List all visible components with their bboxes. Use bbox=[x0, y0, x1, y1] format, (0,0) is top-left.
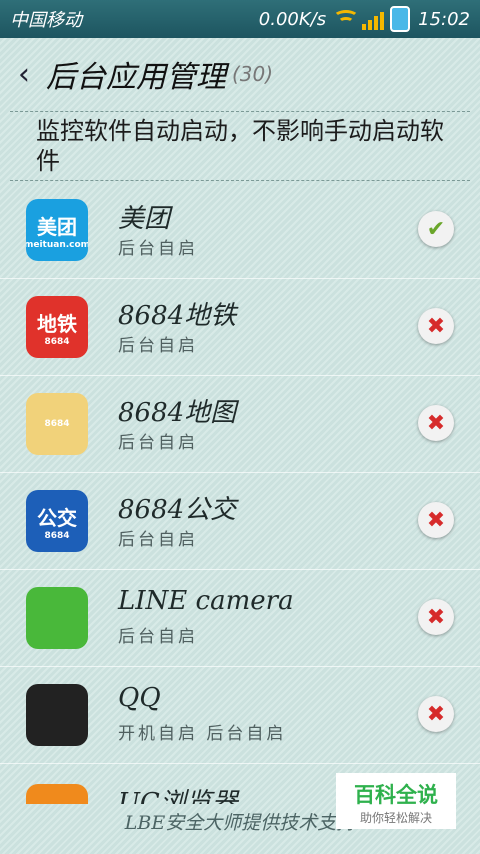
8684-map-icon: 8684 bbox=[26, 393, 88, 455]
list-item[interactable]: QQ 开机自启 后台自启 ✖ bbox=[0, 667, 480, 764]
list-item[interactable]: 地铁 8684 8684地铁 后台自启 ✖ bbox=[0, 279, 480, 376]
icon-subtext: 8684 bbox=[44, 419, 70, 429]
signal-icon bbox=[362, 8, 386, 30]
watermark-title: 百科全说 bbox=[354, 783, 438, 807]
icon-subtext: 8684 bbox=[44, 336, 70, 347]
list-item[interactable]: 公交 8684 8684公交 后台自启 ✖ bbox=[0, 473, 480, 570]
icon-text: 美团 bbox=[37, 214, 77, 239]
description-text: 监控软件自动启动，不影响手动启动软件 bbox=[36, 117, 444, 175]
app-count: (30) bbox=[232, 62, 274, 86]
title-bar: ‹ 后台应用管理 (30) bbox=[0, 38, 480, 110]
app-autostart-status: 后台自启 bbox=[118, 239, 198, 259]
app-autostart-status: 后台自启 bbox=[118, 530, 198, 550]
watermark-badge: 百科全说 助你轻松解决 bbox=[336, 773, 456, 829]
close-icon[interactable]: ✖ bbox=[418, 308, 454, 344]
icon-subtext: 8684 bbox=[44, 530, 70, 541]
app-autostart-status: 开机自启 后台自启 bbox=[118, 724, 287, 744]
line-camera-icon bbox=[26, 587, 88, 649]
list-item[interactable]: 美团 meituan.com 美团 后台自启 ✔ bbox=[0, 182, 480, 279]
icon-text: 公交 bbox=[37, 505, 77, 530]
list-item[interactable]: 8684 8684地图后台自启 ✖ bbox=[0, 376, 480, 473]
icon-text: 地铁 bbox=[37, 311, 77, 336]
app-autostart-status: 后台自启 bbox=[118, 627, 198, 647]
app-list: 美团 meituan.com 美团 后台自启 ✔ 地铁 8684 8684地铁 后台自启 ✖ 868… bbox=[0, 182, 480, 764]
app-name: 8684地铁 bbox=[118, 301, 237, 331]
check-icon[interactable]: ✔ bbox=[418, 211, 454, 247]
8684-subway-icon: 地铁 8684 bbox=[26, 296, 88, 358]
app-name: 8684地图 bbox=[118, 398, 237, 428]
status-bar: 中国移动 0.00K/s 15:02 bbox=[0, 0, 480, 38]
close-icon[interactable]: ✖ bbox=[418, 696, 454, 732]
network-speed: 0.00K/s bbox=[258, 8, 327, 30]
divider bbox=[10, 111, 470, 112]
watermark-subtitle: 助你轻松解决 bbox=[359, 811, 432, 825]
battery-icon bbox=[390, 6, 411, 32]
carrier-label: 中国移动 bbox=[10, 10, 82, 31]
icon-subtext: meituan.com bbox=[26, 239, 88, 250]
close-icon[interactable]: ✖ bbox=[418, 405, 454, 441]
close-icon[interactable]: ✖ bbox=[418, 502, 454, 538]
app-name: QQ bbox=[118, 683, 161, 713]
back-arrow-icon[interactable]: ‹ bbox=[18, 57, 46, 92]
app-autostart-status: 后台自启 bbox=[118, 336, 198, 356]
wifi-icon bbox=[334, 8, 358, 30]
clock: 15:02 bbox=[418, 8, 470, 30]
8684-bus-icon: 公交 8684 bbox=[26, 490, 88, 552]
app-name: 8684公交 bbox=[118, 495, 237, 525]
app-name: 美团 bbox=[118, 204, 171, 234]
page-title: 后台应用管理 bbox=[46, 60, 226, 95]
app-name: UC浏览器 bbox=[118, 788, 238, 804]
divider bbox=[10, 180, 470, 181]
list-item[interactable]: LINE camera 后台自启 ✖ bbox=[0, 570, 480, 667]
qq-icon bbox=[26, 684, 88, 746]
app-name: LINE camera bbox=[118, 586, 294, 616]
close-icon[interactable]: ✖ bbox=[418, 599, 454, 635]
meituan-icon: 美团 meituan.com bbox=[26, 199, 88, 261]
app-autostart-status: 后台自启 bbox=[118, 433, 198, 453]
uc-browser-icon bbox=[26, 784, 88, 804]
